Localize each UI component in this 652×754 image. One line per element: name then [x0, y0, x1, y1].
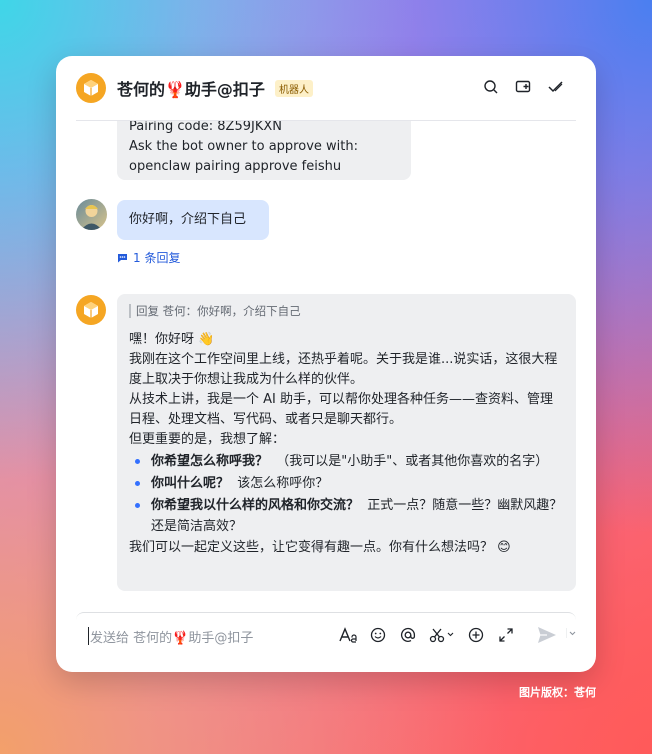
list-item-bold: 你希望怎么称呼我？ — [151, 454, 269, 469]
input-placeholder[interactable]: 发送给 苍何的🦞助手@扣子 — [90, 627, 253, 646]
user-message: 你好啊，介绍下自己 — [117, 200, 269, 240]
cube-icon — [84, 302, 98, 318]
thread-icon — [118, 253, 127, 262]
input-toolbar — [339, 626, 515, 644]
reply-count[interactable]: 1 条回复 — [133, 249, 180, 266]
bot-closing: 我们可以一起定义这些，让它变得有趣一点。你有什么想法吗？ 😊 — [129, 540, 511, 555]
bot-avatar[interactable] — [76, 295, 106, 325]
bot-paragraph: 从技术上讲，我是一个 AI 助手，可以帮你处理各种任务——查资料、管理日程、处理… — [129, 392, 553, 427]
text-format-icon[interactable] — [339, 626, 357, 644]
list-item-text: （我可以是"小助手"、或者其他你喜欢的名字） — [276, 454, 549, 469]
done-icon[interactable] — [546, 78, 564, 96]
screenshot-icon[interactable] — [429, 626, 455, 644]
pairing-line-2: Ask the bot owner to approve with: — [129, 139, 358, 154]
message-input[interactable]: 发送给 苍何的🦞助手@扣子 — [76, 612, 576, 672]
list-item: 你希望我以什么样的风格和你交流？ 正式一点？随意一些？幽默风趣？还是简洁高效？ — [129, 495, 564, 537]
reply-quote[interactable]: 回复 苍何：你好啊，介绍下自己 — [129, 304, 564, 318]
message-list[interactable]: Pairing code: 8Z59JKXN Ask the bot owner… — [56, 121, 596, 606]
send-options-icon[interactable] — [565, 628, 576, 641]
add-to-chat-icon[interactable] — [514, 78, 532, 96]
list-item-text: 该怎么称呼你？ — [237, 476, 329, 491]
bot-avatar[interactable] — [76, 73, 106, 103]
bot-message: 回复 苍何：你好啊，介绍下自己 嘿！你好呀 👋 我刚在这个工作空间里上线，还热乎… — [117, 294, 576, 591]
text-caret — [88, 627, 89, 645]
chat-window: 苍何的🦞助手@扣子 机器人 Pairing code: 8Z59JKXN Ask… — [56, 56, 596, 672]
list-item: 你叫什么呢？ 该怎么称呼你？ — [129, 473, 564, 494]
send-icon — [538, 627, 556, 643]
expand-icon[interactable] — [497, 626, 515, 644]
bot-paragraph: 我刚在这个工作空间里上线，还热乎着呢。关于我是谁...说实话，这很大程度上取决于… — [129, 352, 558, 387]
question-list: 你希望怎么称呼我？ （我可以是"小助手"、或者其他你喜欢的名字） 你叫什么呢？ … — [129, 451, 564, 537]
chat-title[interactable]: 苍何的🦞助手@扣子 — [117, 76, 265, 100]
mention-icon[interactable] — [399, 626, 417, 644]
bot-greeting: 嘿！你好呀 👋 — [129, 332, 215, 347]
pairing-line-3: openclaw pairing approve feishu — [129, 159, 342, 174]
search-icon[interactable] — [482, 78, 500, 96]
add-icon[interactable] — [467, 626, 485, 644]
thread-reply-link[interactable]: 1 条回复 — [117, 249, 180, 266]
cube-icon — [84, 80, 98, 96]
send-button[interactable] — [537, 626, 557, 648]
bot-tag: 机器人 — [275, 80, 313, 97]
chat-header: 苍何的🦞助手@扣子 机器人 — [56, 56, 596, 120]
list-item-bold: 你叫什么呢？ — [151, 476, 230, 491]
list-item-bold: 你希望我以什么样的风格和你交流？ — [151, 498, 360, 513]
pairing-line-1: Pairing code: 8Z59JKXN — [129, 121, 282, 134]
image-copyright: 图片版权：苍何 — [519, 686, 596, 699]
list-item: 你希望怎么称呼我？ （我可以是"小助手"、或者其他你喜欢的名字） — [129, 451, 564, 472]
pairing-message: Pairing code: 8Z59JKXN Ask the bot owner… — [117, 121, 411, 180]
bot-paragraph: 但更重要的是，我想了解： — [129, 432, 286, 447]
emoji-icon[interactable] — [369, 626, 387, 644]
user-avatar[interactable] — [76, 199, 107, 230]
